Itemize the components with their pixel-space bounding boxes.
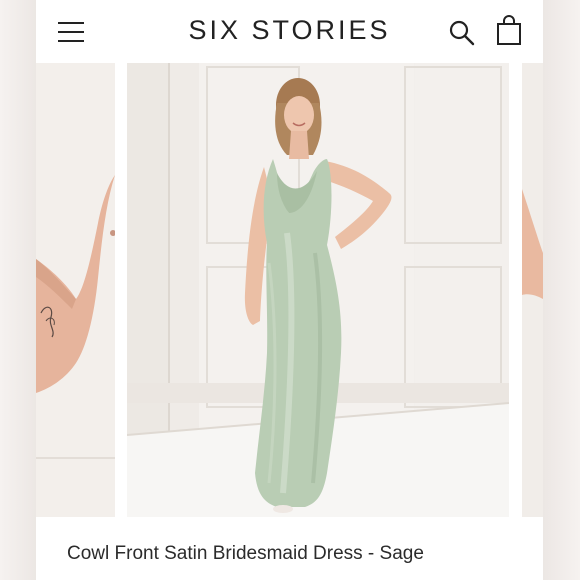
- current-product-photo[interactable]: [127, 63, 509, 517]
- right-backdrop: [543, 0, 580, 580]
- product-image-gallery[interactable]: [36, 63, 543, 517]
- product-page: SIX STORIES Cowl Front Satin Bridesmaid …: [36, 0, 543, 580]
- product-title: Cowl Front Satin Bridesmaid Dress - Sage: [67, 543, 424, 564]
- hamburger-menu-icon[interactable]: [56, 19, 86, 45]
- product-info: Cowl Front Satin Bridesmaid Dress - Sage: [36, 517, 543, 580]
- site-header: SIX STORIES: [36, 0, 543, 64]
- search-icon[interactable]: [448, 19, 476, 47]
- brand-logo[interactable]: SIX STORIES: [136, 15, 443, 46]
- previous-product-photo[interactable]: [36, 63, 115, 517]
- left-backdrop: [0, 0, 36, 580]
- shopping-bag-icon[interactable]: [494, 14, 524, 46]
- next-product-photo[interactable]: [522, 63, 543, 517]
